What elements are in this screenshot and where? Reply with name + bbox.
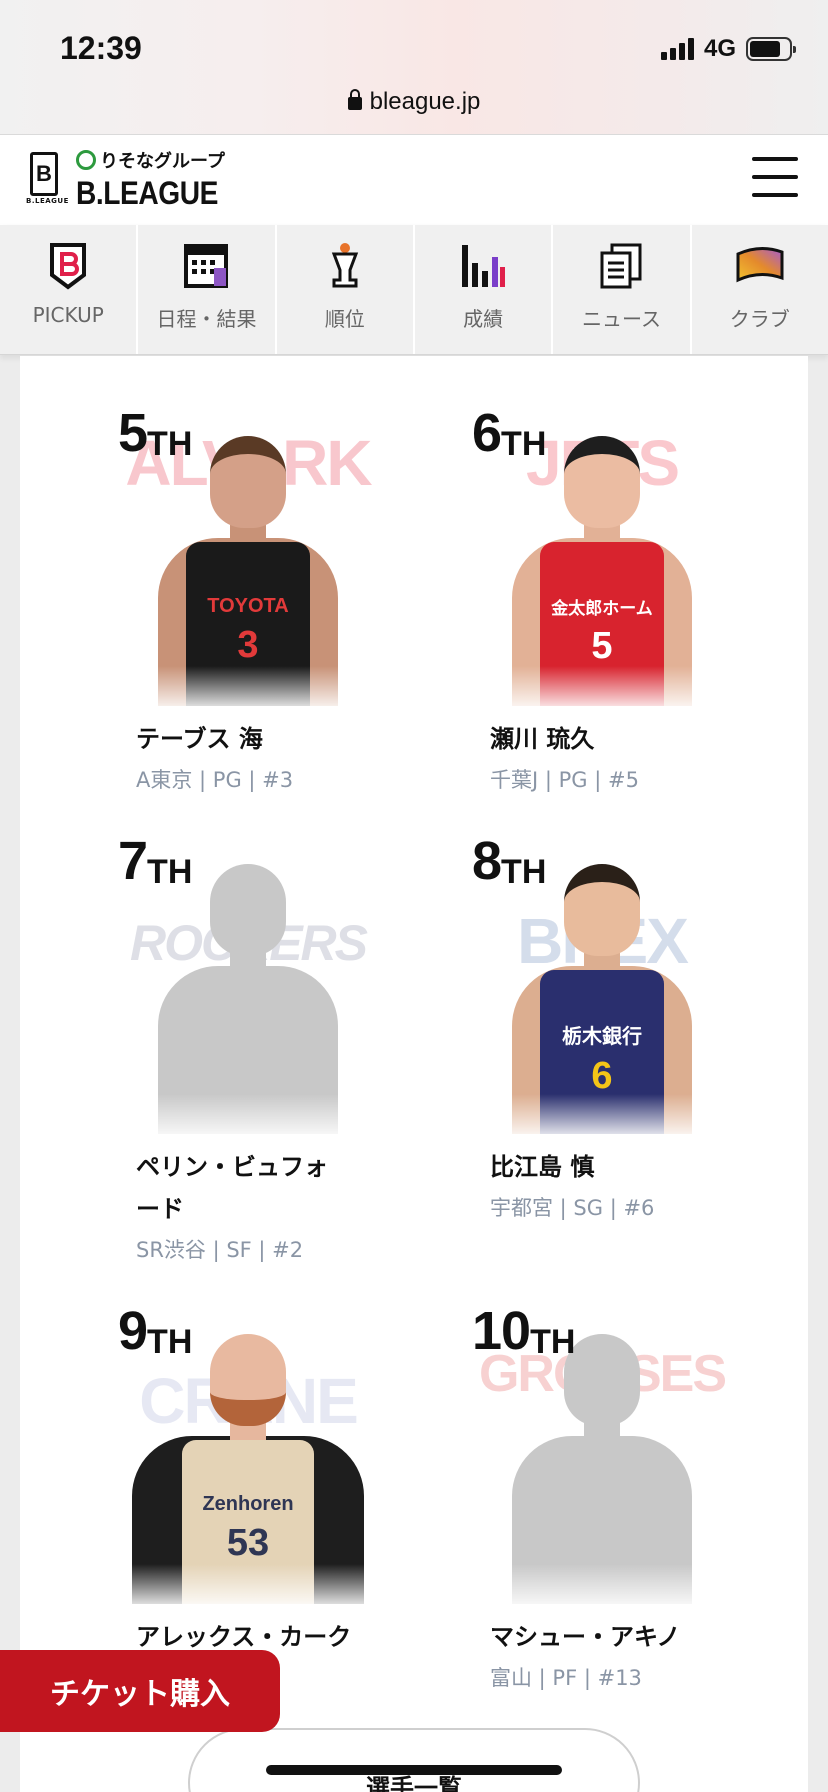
tab-news[interactable]: ニュース <box>553 225 692 354</box>
player-meta: 宇都宮 | SG | #6 <box>490 1196 655 1220</box>
rank-label: 10TH <box>472 1304 576 1361</box>
player-name[interactable]: 比江島 慎 <box>490 1146 792 1188</box>
flag-icon <box>733 241 787 291</box>
rank-label: 8TH <box>472 834 547 891</box>
player-name[interactable]: ペリン・ビュフォード <box>136 1146 346 1230</box>
rank-label: 6TH <box>472 406 547 463</box>
rank-label: 9TH <box>118 1304 193 1361</box>
player-card[interactable]: CRANE 9TH Zenhoren 53 アレックス・カーク 群馬 | C |… <box>118 1304 438 1698</box>
ranking-card: ALVARK 5TH TOYOTA 3 テーブス 海 A東京 | PG | #3… <box>20 356 808 1792</box>
player-photo: ROCKERS 7TH <box>118 834 378 1134</box>
tab-pickup[interactable]: PICKUP <box>0 225 139 354</box>
status-bar: 12:39 4G bleague.jp <box>0 0 828 135</box>
player-meta: SR渋谷 | SF | #2 <box>136 1238 304 1262</box>
tab-standings[interactable]: 順位 <box>277 225 415 354</box>
bleague-logo-icon[interactable]: B <box>30 152 58 196</box>
player-list-button[interactable]: 選手一覧 <box>188 1728 640 1792</box>
player-name[interactable]: マシュー・アキノ <box>490 1616 792 1658</box>
tab-club[interactable]: クラブ <box>692 225 828 354</box>
rank-label: 7TH <box>118 834 193 891</box>
ticket-purchase-button[interactable]: チケット購入 <box>0 1650 280 1732</box>
player-meta: 富山 | PF | #13 <box>490 1666 642 1690</box>
player-photo: BREX 8TH 栃木銀行 6 <box>472 834 732 1134</box>
player-photo: CRANE 9TH Zenhoren 53 <box>118 1304 378 1604</box>
lock-icon <box>347 89 362 110</box>
menu-icon[interactable] <box>752 157 798 197</box>
logo-caption: B.LEAGUE <box>26 197 69 205</box>
network-label: 4G <box>703 35 736 62</box>
player-name[interactable]: 瀬川 琉久 <box>490 718 792 760</box>
player-photo: JETS 6TH 金太郎ホーム 5 <box>472 406 732 706</box>
player-card[interactable]: GROUSES 10TH マシュー・アキノ 富山 | PF | #13 <box>472 1304 792 1698</box>
home-indicator[interactable] <box>266 1765 562 1775</box>
brand-title[interactable]: B.LEAGUE <box>76 175 218 212</box>
player-card[interactable]: ROCKERS 7TH ペリン・ビュフォード SR渋谷 | SF | #2 <box>118 834 438 1270</box>
player-photo: GROUSES 10TH <box>472 1304 732 1604</box>
player-photo: ALVARK 5TH TOYOTA 3 <box>118 406 378 706</box>
status-icons: 4G <box>660 34 796 64</box>
player-meta: A東京 | PG | #3 <box>136 768 294 792</box>
player-meta: 千葉J | PG | #5 <box>490 768 639 792</box>
news-icon <box>594 241 648 291</box>
url-text: bleague.jp <box>369 88 481 115</box>
clock: 12:39 <box>60 30 142 66</box>
sponsor-text: りそなグループ <box>100 151 225 172</box>
calendar-icon <box>179 241 233 291</box>
bar-chart-icon <box>456 241 510 291</box>
tab-schedule[interactable]: 日程・結果 <box>138 225 277 354</box>
sponsor-label: りそなグループ <box>76 147 225 173</box>
b-badge-icon <box>41 241 95 291</box>
player-card[interactable]: JETS 6TH 金太郎ホーム 5 瀬川 琉久 千葉J | PG | #5 <box>472 406 792 800</box>
player-name[interactable]: テーブス 海 <box>136 718 438 760</box>
battery-icon <box>746 37 796 61</box>
trophy-icon <box>318 241 372 291</box>
player-card[interactable]: BREX 8TH 栃木銀行 6 比江島 慎 宇都宮 | SG | #6 <box>472 834 792 1228</box>
tab-stats[interactable]: 成績 <box>415 225 554 354</box>
signal-icon <box>660 38 694 60</box>
resona-logo-icon <box>76 150 96 170</box>
url-bar[interactable]: bleague.jp <box>0 88 828 116</box>
player-card[interactable]: ALVARK 5TH TOYOTA 3 テーブス 海 A東京 | PG | #3 <box>118 406 438 800</box>
rank-label: 5TH <box>118 406 193 463</box>
nav-tabs: PICKUP 日程・結果 順位 成績 ニュース クラブ <box>0 225 828 355</box>
site-header: B B.LEAGUE りそなグループ B.LEAGUE <box>0 135 828 225</box>
